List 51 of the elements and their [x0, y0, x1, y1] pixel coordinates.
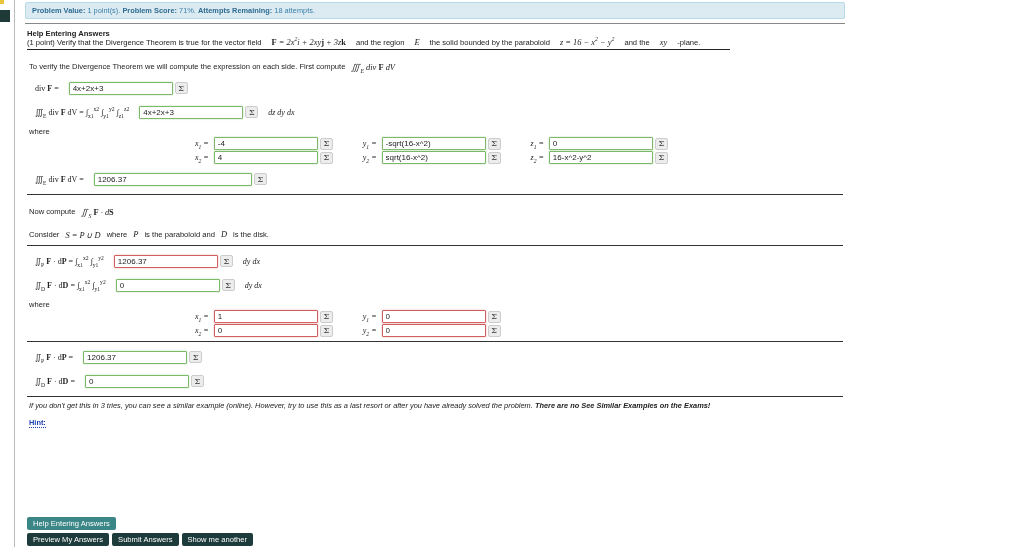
equation-editor-button[interactable]: Σ	[487, 137, 501, 150]
equation-editor-button[interactable]: Σ	[219, 255, 233, 267]
limit-label: z$_{1}$ =	[530, 139, 544, 148]
limit-label: x$_{1}$ =	[195, 139, 209, 148]
math-expression: dz dy dx	[268, 107, 295, 117]
equation-editor-button[interactable]: Σ	[174, 82, 188, 94]
limit-label: y$_{1}$ =	[362, 139, 377, 148]
equation-editor-button[interactable]: Σ	[487, 310, 501, 323]
answer-field[interactable]: sqrt(16-x^2)	[381, 151, 486, 164]
equation-editor-button[interactable]: Σ	[189, 351, 203, 363]
limit-label: y$_{2}$ =	[362, 153, 377, 162]
equation-editor-button[interactable]: Σ	[654, 137, 668, 150]
limit-label: x$_{1}$ =	[195, 312, 209, 321]
equation-editor-button[interactable]: Σ	[319, 310, 333, 323]
answer-field[interactable]: 0	[381, 310, 486, 323]
equation-editor-button[interactable]: Σ	[487, 324, 501, 337]
answer-field[interactable]: -sqrt(16-x^2)	[381, 137, 486, 150]
limit-label: z$_{2}$ =	[530, 153, 544, 162]
answer-field[interactable]: 4x+2x+3	[139, 105, 244, 119]
limit-label: y$_{1}$ =	[362, 312, 377, 321]
math-expression: dy dx	[244, 280, 262, 290]
equation-editor-button[interactable]: Σ	[487, 151, 501, 164]
answer-field[interactable]: 1206.37	[83, 350, 188, 364]
answer-field[interactable]: 4x+2x+3	[68, 81, 173, 95]
equation-editor-button[interactable]: Σ	[253, 173, 267, 185]
equation-editor-button[interactable]: Σ	[221, 279, 235, 291]
equation-editor-button[interactable]: Σ	[319, 137, 333, 150]
equation-editor-button[interactable]: Σ	[245, 106, 259, 118]
answer-field[interactable]: 0	[548, 137, 653, 150]
equation-editor-button[interactable]: Σ	[319, 151, 333, 164]
math-expression: ∬$_{D}$ F · dD =	[35, 376, 75, 386]
equation-editor-button[interactable]: Σ	[319, 324, 333, 337]
equation-editor-button[interactable]: Σ	[190, 375, 204, 387]
answer-field[interactable]: 1206.37	[93, 172, 252, 186]
limit-label: y$_{2}$ =	[362, 326, 377, 335]
math-expression: dy dx	[242, 256, 260, 266]
answer-field[interactable]: 1206.37	[113, 254, 218, 268]
answer-field[interactable]: 0	[381, 324, 486, 337]
answer-field[interactable]: 1	[213, 310, 318, 323]
answer-field[interactable]: 0	[115, 278, 220, 292]
limit-label: x$_{2}$ =	[195, 326, 209, 335]
answer-field[interactable]: 4	[213, 151, 318, 164]
math-expression: ∬$_{P}$ F · dP =	[35, 352, 74, 362]
math-expression: ∭$_{E}$ div F dV =	[35, 174, 84, 184]
limit-label: x$_{2}$ =	[195, 153, 209, 162]
answer-field[interactable]: 16-x^2-y^2	[548, 151, 653, 164]
equation-editor-button[interactable]: Σ	[654, 151, 668, 164]
answer-field[interactable]: -4	[213, 137, 318, 150]
answer-field[interactable]: 0	[213, 324, 318, 337]
answer-field[interactable]: 0	[84, 374, 189, 388]
math-expression: div F =	[35, 83, 59, 93]
